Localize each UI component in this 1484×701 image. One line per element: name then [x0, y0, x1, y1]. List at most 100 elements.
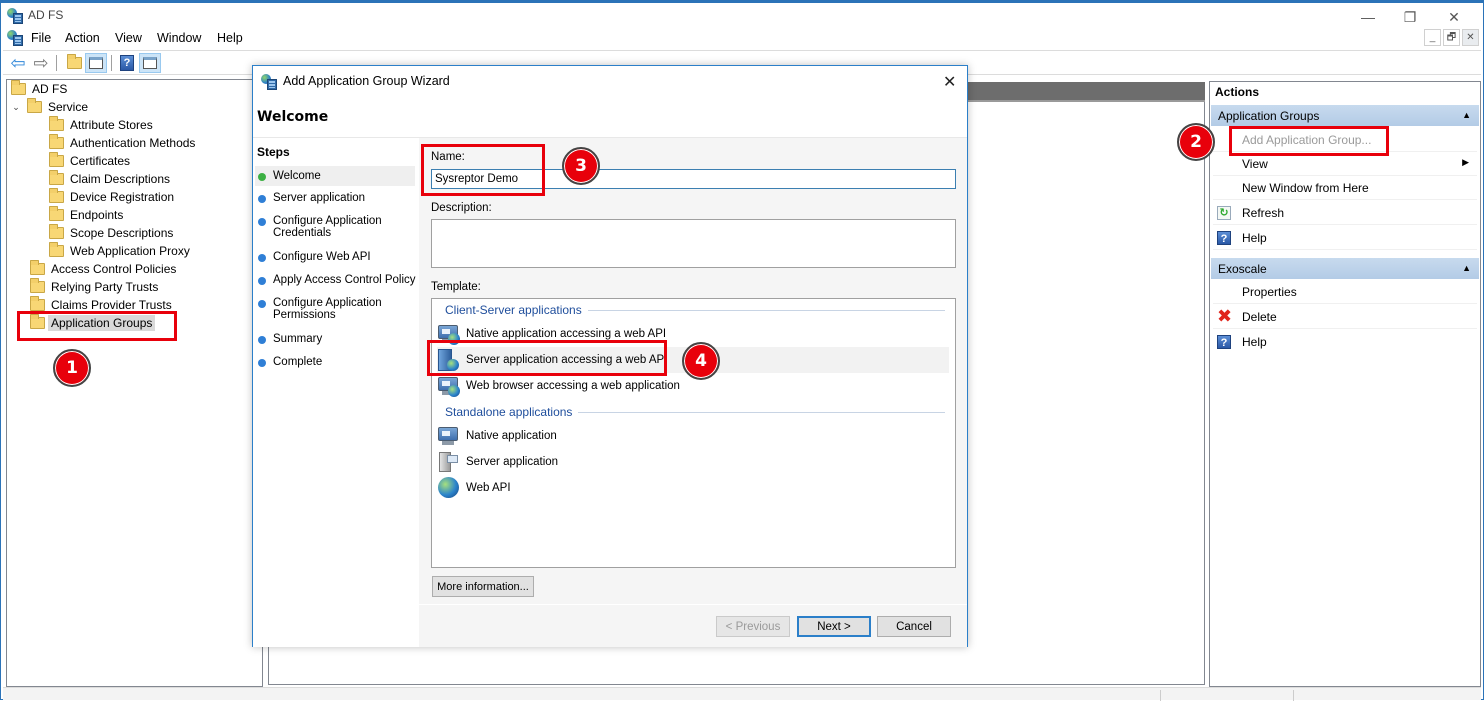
close-button[interactable]: ✕ — [1432, 7, 1476, 29]
step-status-dot — [258, 300, 266, 308]
step-label: Server application — [273, 192, 366, 204]
menu-action[interactable]: Action — [65, 31, 100, 45]
console-tree: AD FS ⌄ Service Attribute Stores Authenti… — [6, 79, 263, 687]
tree-item-scope-descriptions[interactable]: Scope Descriptions — [49, 224, 173, 242]
tree-item-attribute-stores[interactable]: Attribute Stores — [49, 116, 153, 134]
cancel-button[interactable]: Cancel — [877, 616, 951, 637]
actions-section-exoscale[interactable]: Exoscale ▲ — [1211, 258, 1479, 279]
template-native-application[interactable]: Native application — [437, 423, 949, 449]
step-status-dot — [258, 359, 266, 367]
console-icon[interactable] — [7, 30, 23, 46]
action-delete[interactable]: ✖ Delete — [1213, 305, 1477, 329]
wizard-page-heading: Welcome — [257, 109, 329, 125]
tree-item-device-registration[interactable]: Device Registration — [49, 188, 174, 206]
step-complete: Complete — [257, 356, 322, 368]
steps-title: Steps — [257, 145, 290, 159]
action-help[interactable]: ? Help — [1213, 226, 1477, 250]
section-header-label: Exoscale — [1218, 262, 1267, 276]
tree-item-relying-party-trusts[interactable]: Relying Party Trusts — [30, 278, 158, 296]
menu-view[interactable]: View — [115, 31, 142, 45]
annotation-badge-3: 3 — [562, 147, 600, 185]
show-hide-action-pane-icon[interactable] — [139, 53, 161, 73]
menu-file[interactable]: File — [31, 31, 51, 45]
title-bar: AD FS — ❐ ✕ — [0, 3, 1484, 27]
folder-icon — [30, 296, 45, 311]
wizard-steps-panel: Steps Welcome Server application Configu… — [253, 137, 419, 647]
annotation-box-1 — [17, 311, 177, 341]
folder-icon — [27, 98, 42, 113]
template-list[interactable]: Client-Server applications Native applic… — [431, 298, 956, 568]
description-input[interactable] — [431, 219, 956, 268]
action-label: Refresh — [1242, 206, 1285, 220]
help-icon[interactable]: ? — [116, 53, 138, 73]
tree-item-claim-descriptions[interactable]: Claim Descriptions — [49, 170, 170, 188]
previous-button[interactable]: < Previous — [716, 616, 790, 637]
wizard-content: Name: Description: Template: Client-Serv… — [419, 137, 967, 647]
folder-icon — [49, 170, 64, 185]
tree-item-authentication-methods[interactable]: Authentication Methods — [49, 134, 195, 152]
group-header-label: Client-Server applications — [445, 303, 582, 317]
collapse-icon[interactable]: ▲ — [1462, 263, 1471, 273]
mdi-minimize-button[interactable]: _ — [1424, 29, 1441, 46]
section-header-label: Application Groups — [1218, 109, 1320, 123]
forward-arrow-icon[interactable]: ⇨ — [30, 53, 52, 73]
action-refresh[interactable]: ↻ Refresh — [1213, 201, 1477, 225]
template-label: Web API — [466, 482, 511, 494]
step-server-application: Server application — [257, 192, 365, 204]
step-status-dot — [258, 218, 266, 226]
annotation-badge-2: 2 — [1177, 123, 1215, 161]
restore-button[interactable]: ❐ — [1388, 7, 1432, 29]
more-information-button[interactable]: More information... — [432, 576, 534, 597]
mdi-close-button[interactable]: ✕ — [1462, 29, 1479, 46]
template-server-application[interactable]: Server application — [437, 449, 949, 475]
tree-item-access-control-policies[interactable]: Access Control Policies — [30, 260, 176, 278]
template-web-api[interactable]: Web API — [437, 475, 949, 501]
template-label: Server application — [466, 456, 559, 468]
template-label: Template: — [431, 281, 481, 293]
status-bar — [3, 687, 1481, 701]
folder-icon — [11, 80, 26, 95]
tree-item-web-application-proxy[interactable]: Web Application Proxy — [49, 242, 190, 260]
actions-section-application-groups[interactable]: Application Groups ▲ — [1211, 105, 1479, 126]
menu-window[interactable]: Window — [157, 31, 201, 45]
action-label: New Window from Here — [1242, 181, 1369, 195]
folder-icon — [30, 260, 45, 275]
tree-item-service[interactable]: ⌄ Service — [11, 98, 88, 116]
menu-bar: File Action View Window Help — [0, 27, 1484, 49]
action-properties[interactable]: Properties — [1213, 280, 1477, 304]
description-label: Description: — [431, 202, 492, 214]
step-label: Complete — [273, 356, 323, 368]
tree-item-certificates[interactable]: Certificates — [49, 152, 130, 170]
annotation-badge-4: 4 — [682, 342, 720, 380]
action-help-exoscale[interactable]: ? Help — [1213, 330, 1477, 354]
step-status-dot — [258, 173, 266, 181]
folder-icon — [49, 188, 64, 203]
minimize-button[interactable]: — — [1346, 7, 1390, 29]
show-hide-console-tree-icon[interactable] — [85, 53, 107, 73]
mdi-restore-button[interactable]: 🗗 — [1443, 29, 1460, 46]
status-divider — [1160, 690, 1161, 701]
folder-icon — [49, 224, 64, 239]
template-label: Native application — [466, 430, 557, 442]
menu-help[interactable]: Help — [217, 31, 243, 45]
actions-title: Actions — [1215, 85, 1260, 99]
wizard-close-button[interactable]: ✕ — [943, 72, 956, 92]
step-label: Configure Application Credentials — [273, 215, 382, 239]
annotation-box-3 — [421, 144, 545, 196]
step-welcome: Welcome — [255, 166, 415, 186]
action-label: View — [1242, 157, 1268, 171]
tree-item-endpoints[interactable]: Endpoints — [49, 206, 123, 224]
collapse-icon[interactable]: ▲ — [1462, 110, 1471, 120]
back-arrow-icon[interactable]: ⇦ — [7, 53, 29, 73]
up-folder-icon[interactable] — [61, 53, 83, 73]
tree-item-adfs[interactable]: AD FS — [11, 80, 67, 98]
action-new-window-from-here[interactable]: New Window from Here — [1213, 176, 1477, 200]
template-label: Web browser accessing a web application — [466, 380, 680, 392]
folder-icon — [49, 206, 64, 221]
help-icon: ? — [1217, 231, 1231, 245]
step-status-dot — [258, 277, 266, 285]
template-group-standalone: Standalone applications — [445, 405, 945, 419]
next-button[interactable]: Next > — [797, 616, 871, 637]
chevron-down-icon[interactable]: ⌄ — [11, 102, 21, 113]
step-status-dot — [258, 254, 266, 262]
